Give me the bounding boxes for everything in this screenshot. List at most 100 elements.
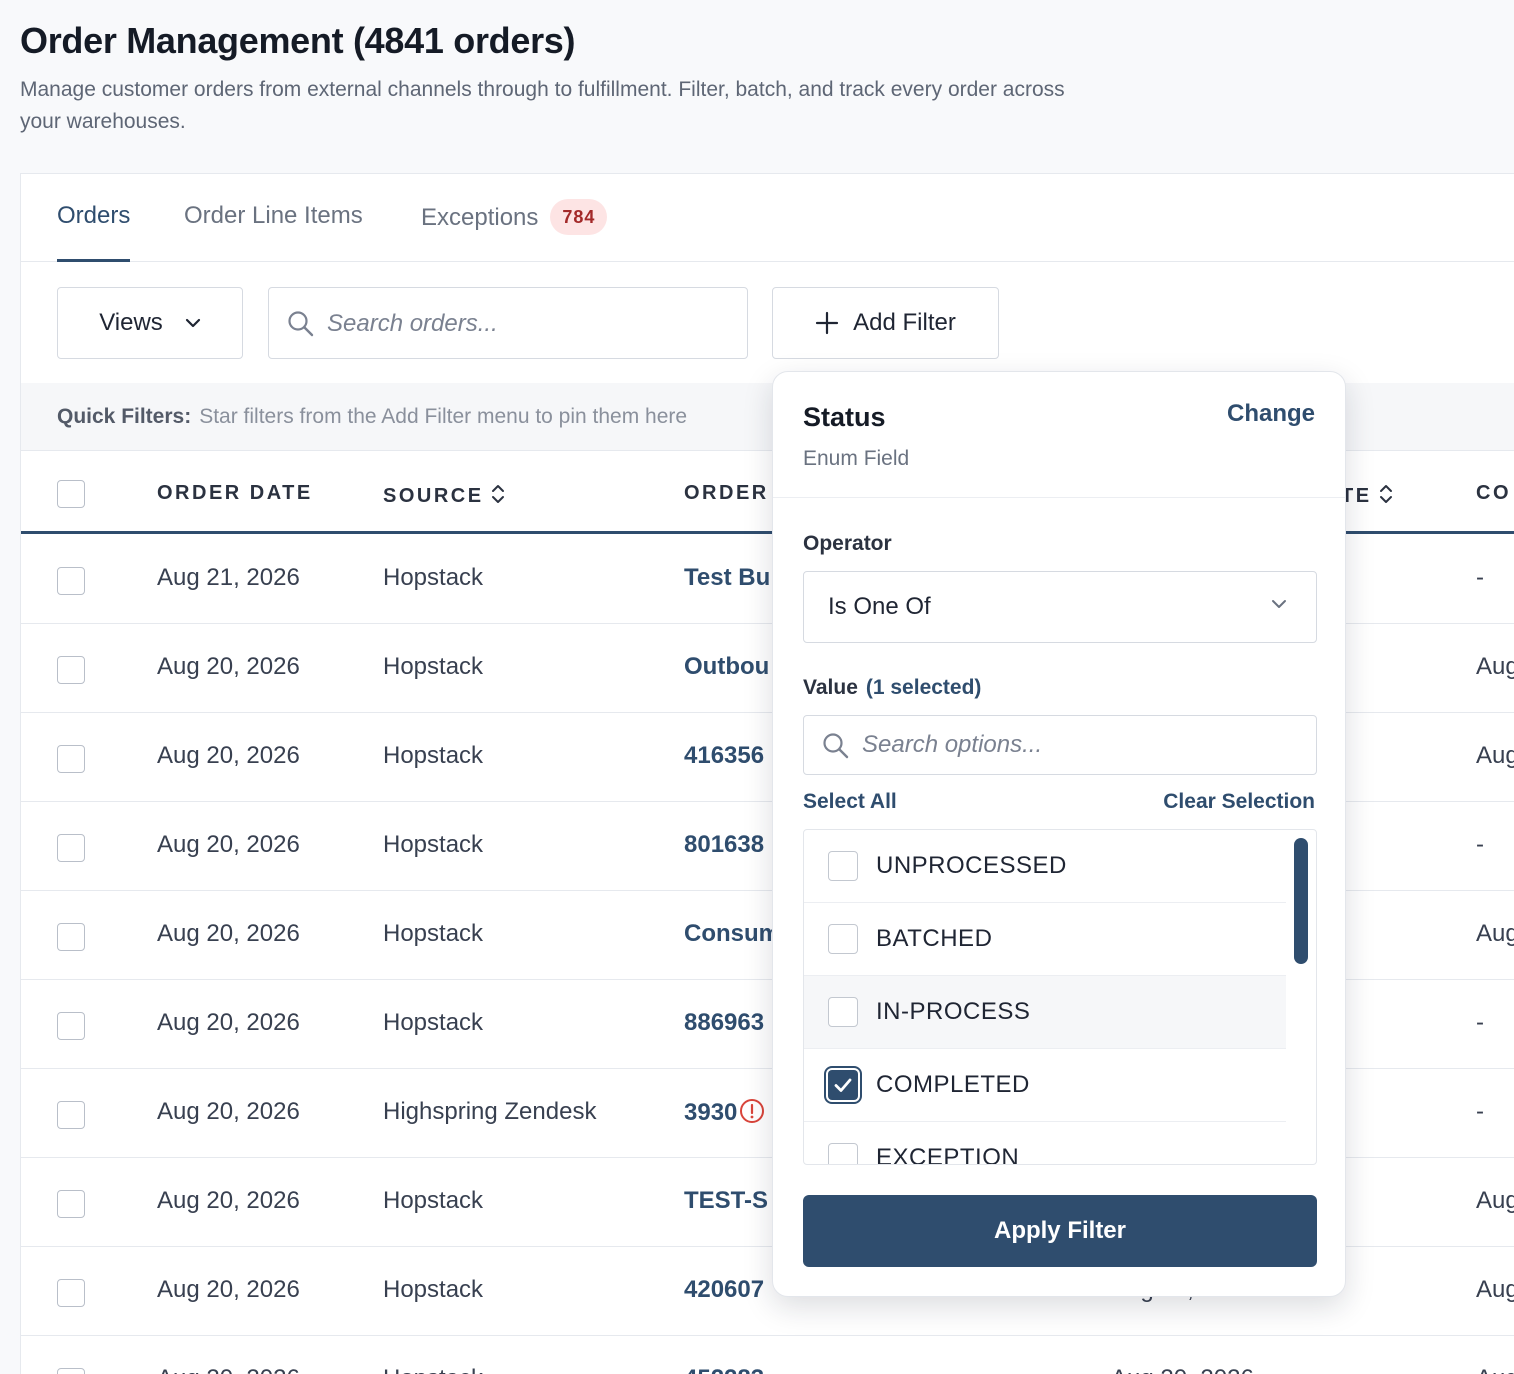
check-icon (834, 1078, 852, 1092)
options-scrollbar-thumb[interactable] (1294, 838, 1308, 964)
row-order-link[interactable]: 886963 (684, 1009, 784, 1037)
option-checkbox[interactable] (828, 1143, 858, 1164)
change-field-link[interactable]: Change (1227, 400, 1315, 428)
row-last-value: Aug (1476, 1276, 1514, 1303)
warning-circle-icon[interactable] (739, 1098, 765, 1124)
row-order-date: Aug 20, 2026 (157, 1187, 300, 1214)
option-label: COMPLETED (876, 1071, 1030, 1098)
tab-order-line-items[interactable]: Order Line Items (184, 202, 363, 262)
option-label: BATCHED (876, 925, 993, 952)
tab-bar: Orders Order Line Items Exceptions 784 (21, 174, 1514, 262)
selected-count: (1 selected) (865, 676, 982, 699)
row-source: Hopstack (383, 742, 484, 769)
row-order-link[interactable]: 801638 (684, 831, 784, 859)
column-source[interactable]: SOURCE (383, 482, 506, 508)
row-checkbox[interactable] (57, 1012, 85, 1040)
search-options-input[interactable] (862, 728, 1292, 762)
row-order-date: Aug 20, 2026 (157, 1009, 300, 1036)
views-dropdown-button[interactable]: Views (57, 287, 243, 359)
filter-field-name: Status (803, 402, 886, 432)
add-filter-label: Add Filter (853, 309, 956, 336)
tab-exceptions[interactable]: Exceptions 784 (421, 199, 608, 259)
row-last-value: Aug (1476, 742, 1514, 769)
option-checkbox[interactable] (828, 851, 858, 881)
row-order-link[interactable]: 420607 (684, 1276, 784, 1304)
row-checkbox[interactable] (57, 1368, 85, 1374)
option-checkbox[interactable] (828, 924, 858, 954)
tab-exceptions-label: Exceptions (421, 204, 539, 231)
option-unprocessed[interactable]: UNPROCESSED (804, 830, 1286, 903)
option-checkbox-checked[interactable] (828, 1070, 858, 1100)
row-order-date: Aug 21, 2026 (157, 564, 300, 591)
value-label: Value (1 selected) (803, 676, 981, 700)
option-batched[interactable]: BATCHED (804, 903, 1286, 976)
row-last-value: Aug (1476, 1187, 1514, 1214)
row-source: Hopstack (383, 831, 484, 858)
row-order-date: Aug 20, 2026 (157, 1276, 300, 1303)
sort-icon (491, 485, 504, 503)
row-order-date: Aug 20, 2026 (157, 831, 300, 858)
row-order-link[interactable]: Test Bu (684, 564, 784, 592)
select-all-link[interactable]: Select All (803, 790, 897, 814)
tab-orders[interactable]: Orders (57, 202, 131, 262)
search-orders-field[interactable] (268, 287, 748, 359)
row-order-date: Aug 20, 2026 (157, 920, 300, 947)
row-checkbox[interactable] (57, 1101, 85, 1129)
row-order-date: Aug 20, 2026 (157, 742, 300, 769)
quick-filters-label: Quick Filters: (57, 405, 192, 428)
exceptions-count-badge: 784 (550, 199, 608, 235)
filter-field-type: Enum Field (803, 447, 910, 470)
table-row[interactable]: Aug 20, 2026 Hopstack 452283 Aug 20, 202… (21, 1336, 1514, 1374)
row-checkbox[interactable] (57, 1190, 85, 1218)
option-label: EXCEPTION (876, 1144, 1020, 1165)
chevron-down-icon (185, 318, 200, 328)
row-order-link[interactable]: Outbou (684, 653, 784, 681)
search-options-field[interactable] (803, 715, 1317, 775)
row-order-date: Aug 20, 2026 (157, 653, 300, 680)
tab-order-line-items-label: Order Line Items (184, 202, 363, 229)
column-order[interactable]: ORDER (684, 482, 769, 505)
options-list: UNPROCESSED BATCHED IN-PROCESS COMPLETED… (803, 829, 1317, 1165)
apply-filter-button[interactable]: Apply Filter (803, 1195, 1317, 1267)
option-in-process[interactable]: IN-PROCESS (804, 976, 1286, 1049)
operator-value: Is One Of (828, 593, 931, 620)
row-order-link[interactable]: TEST-S (684, 1187, 784, 1215)
row-checkbox[interactable] (57, 1279, 85, 1307)
option-completed[interactable]: COMPLETED (804, 1049, 1286, 1122)
column-last-partial[interactable]: CO (1476, 482, 1511, 505)
row-checkbox[interactable] (57, 745, 85, 773)
row-checkbox[interactable] (57, 567, 85, 595)
operator-label: Operator (803, 532, 892, 555)
column-last-partial-label: CO (1476, 482, 1511, 504)
row-source: Hopstack (383, 564, 484, 591)
column-source-label: SOURCE (383, 485, 484, 507)
views-label: Views (99, 309, 163, 336)
operator-select[interactable]: Is One Of (803, 571, 1317, 643)
row-order-link[interactable]: 416356 (684, 742, 784, 770)
row-source: Hopstack (383, 920, 484, 947)
row-order-link[interactable]: 452283 (684, 1365, 784, 1374)
column-order-label: ORDER (684, 482, 769, 504)
option-exception[interactable]: EXCEPTION (804, 1122, 1286, 1165)
chevron-down-icon (1272, 600, 1286, 608)
column-order-date[interactable]: ORDER DATE (157, 482, 313, 505)
quick-filters-hint: Star filters from the Add Filter menu to… (199, 405, 688, 428)
row-checkbox[interactable] (57, 834, 85, 862)
row-checkbox[interactable] (57, 923, 85, 951)
row-order-link[interactable]: Consum (684, 920, 784, 948)
row-last-value: Aug (1476, 653, 1514, 680)
row-source: Highspring Zendesk (383, 1098, 597, 1125)
page-description: Manage customer orders from external cha… (20, 78, 1065, 133)
clear-selection-link[interactable]: Clear Selection (1163, 790, 1315, 814)
add-filter-button[interactable]: Add Filter (772, 287, 999, 359)
row-checkbox[interactable] (57, 656, 85, 684)
row-order-date: Aug 20, 2026 (157, 1365, 300, 1374)
option-checkbox[interactable] (828, 997, 858, 1027)
search-orders-input[interactable] (327, 306, 727, 342)
search-icon (823, 733, 849, 759)
column-date-partial[interactable]: TE (1341, 482, 1394, 508)
row-order-link[interactable]: 3930 (684, 1099, 737, 1126)
row-order-date: Aug 20, 2026 (157, 1098, 300, 1125)
select-all-rows-checkbox[interactable] (57, 480, 85, 508)
row-last-value: - (1476, 1009, 1484, 1036)
